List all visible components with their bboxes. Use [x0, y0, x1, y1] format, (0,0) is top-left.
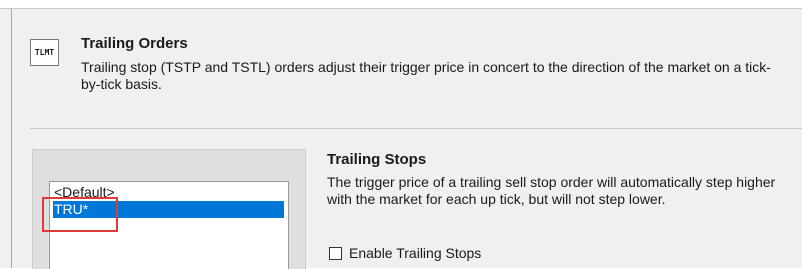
section-divider	[30, 128, 802, 129]
section-title: Trailing Stops	[327, 151, 427, 168]
enable-trailing-stops-label[interactable]: Enable Trailing Stops	[349, 245, 481, 261]
enable-trailing-stops-row[interactable]: Enable Trailing Stops	[329, 245, 481, 261]
highlight-annotation	[42, 197, 118, 232]
page-description: Trailing stop (TSTP and TSTL) orders adj…	[81, 59, 771, 92]
enable-trailing-stops-checkbox[interactable]	[329, 246, 342, 260]
panel-left-border	[11, 9, 12, 268]
trailing-orders-icon: TLMT	[30, 39, 59, 66]
section-description: The trigger price of a trailing sell sto…	[327, 174, 776, 207]
icon-glyph: TLMT	[34, 48, 55, 57]
page-title: Trailing Orders	[81, 35, 188, 52]
